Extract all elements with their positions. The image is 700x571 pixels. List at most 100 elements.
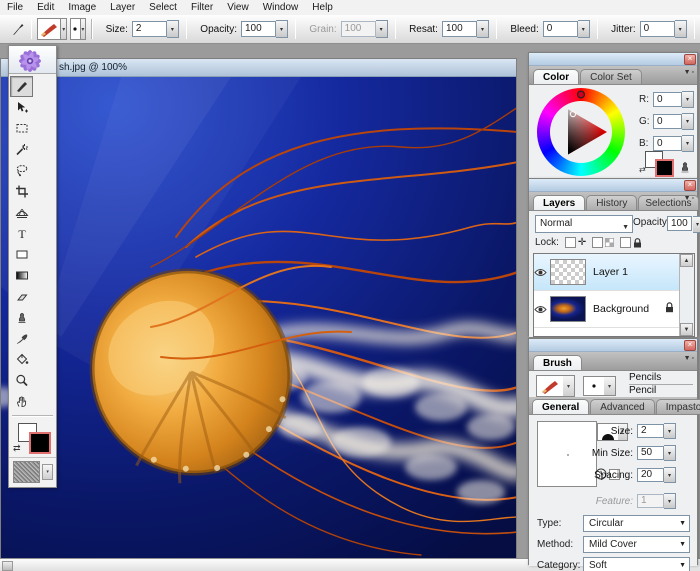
brush-size-input[interactable]: 2: [637, 424, 664, 438]
fill-tool[interactable]: [10, 349, 33, 370]
stroke-preview[interactable]: [583, 376, 605, 396]
red-spinner[interactable]: ▾: [682, 91, 694, 108]
resat-input[interactable]: 100: [442, 21, 477, 37]
layer-row-background[interactable]: Background: [534, 291, 694, 328]
layers-opacity-input[interactable]: 100: [667, 216, 692, 231]
pattern-swatch[interactable]: [13, 461, 40, 483]
menu-select[interactable]: Select: [142, 0, 184, 15]
gradient-tool[interactable]: [10, 265, 33, 286]
panel-menu-icon[interactable]: ▼▫: [684, 69, 695, 76]
mixer-icon[interactable]: [679, 159, 691, 173]
canvas[interactable]: [1, 77, 516, 558]
brush-panel-titlebar[interactable]: ×: [529, 339, 697, 352]
layer-row-layer1[interactable]: Layer 1: [534, 254, 694, 291]
visibility-eye-icon[interactable]: [534, 268, 550, 277]
tab-general[interactable]: General: [532, 399, 589, 414]
method-select[interactable]: Mild Cover▼: [583, 536, 690, 553]
tab-advanced[interactable]: Advanced: [590, 399, 654, 414]
status-grip[interactable]: [2, 561, 13, 571]
panel-swap-colors-icon[interactable]: ⇄: [639, 165, 646, 174]
tab-color-set[interactable]: Color Set: [580, 69, 642, 84]
blue-spinner[interactable]: ▾: [682, 135, 694, 152]
menu-help[interactable]: Help: [305, 0, 340, 15]
lasso-tool[interactable]: [10, 160, 33, 181]
brush-size-spinner[interactable]: ▾: [664, 423, 676, 439]
jitter-input[interactable]: 0: [640, 21, 675, 37]
panel-background-swatch[interactable]: [655, 159, 674, 177]
opacity-spinner[interactable]: ▾: [276, 20, 288, 38]
document-titlebar[interactable]: sh.jpg @ 100%: [1, 59, 516, 77]
lock-transparency-checkbox[interactable]: [592, 237, 603, 248]
menu-image[interactable]: Image: [61, 0, 103, 15]
size-input[interactable]: 2: [132, 21, 167, 37]
mesh-tool[interactable]: [10, 202, 33, 223]
spacing-spinner[interactable]: ▾: [664, 467, 676, 483]
pattern-dropdown[interactable]: ▾: [42, 464, 53, 480]
brush-preset-preview[interactable]: [536, 375, 564, 397]
layer-list-scrollbar[interactable]: ▲ ▼: [679, 254, 694, 336]
brush-tool[interactable]: [10, 76, 33, 97]
rectangle-tool[interactable]: [10, 244, 33, 265]
menu-filter[interactable]: Filter: [184, 0, 220, 15]
stroke-preview-dropdown[interactable]: ▾: [604, 376, 616, 396]
green-spinner[interactable]: ▾: [682, 113, 694, 130]
layer-thumbnail[interactable]: [550, 296, 586, 322]
bleed-input[interactable]: 0: [543, 21, 578, 37]
layers-panel-titlebar[interactable]: ×: [529, 179, 697, 192]
menu-file[interactable]: File: [0, 0, 30, 15]
eraser-tool[interactable]: [10, 286, 33, 307]
menu-window[interactable]: Window: [256, 0, 306, 15]
opacity-input[interactable]: 100: [241, 21, 276, 37]
scroll-up-icon[interactable]: ▲: [680, 254, 693, 267]
stroke-preview-dropdown[interactable]: ▾: [81, 18, 87, 40]
layers-opacity-spinner[interactable]: ▾: [693, 216, 700, 233]
visibility-eye-icon[interactable]: [534, 305, 550, 314]
lock-position-checkbox[interactable]: [565, 237, 576, 248]
scroll-down-icon[interactable]: ▼: [680, 323, 693, 336]
clone-stamp-tool[interactable]: [10, 307, 33, 328]
color-panel-titlebar[interactable]: ×: [529, 53, 697, 66]
move-tool[interactable]: [10, 97, 33, 118]
panel-menu-icon[interactable]: ▼▫: [684, 195, 695, 202]
layer-thumbnail[interactable]: [550, 259, 586, 285]
category-select[interactable]: Soft▼: [583, 557, 690, 571]
rect-select-tool[interactable]: [10, 118, 33, 139]
blue-input[interactable]: 0: [653, 136, 682, 151]
green-input[interactable]: 0: [653, 114, 682, 129]
menu-layer[interactable]: Layer: [103, 0, 142, 15]
size-spinner[interactable]: ▾: [167, 20, 179, 38]
tab-impasto[interactable]: Impasto: [656, 399, 700, 414]
brush-preset-dropdown[interactable]: ▾: [563, 375, 575, 397]
menu-view[interactable]: View: [220, 0, 256, 15]
resat-spinner[interactable]: ▾: [477, 20, 489, 38]
brush-preset-preview[interactable]: [37, 18, 61, 40]
min-size-spinner[interactable]: ▾: [664, 445, 676, 461]
bleed-spinner[interactable]: ▾: [578, 20, 590, 38]
color-wheel[interactable]: [537, 88, 625, 176]
text-tool[interactable]: T: [10, 223, 33, 244]
tab-brush[interactable]: Brush: [533, 355, 582, 370]
tab-layers[interactable]: Layers: [533, 195, 585, 210]
hand-tool[interactable]: [10, 391, 33, 412]
magic-wand-tool[interactable]: [10, 139, 33, 160]
swap-colors-icon[interactable]: ⇄: [13, 443, 21, 454]
tab-color[interactable]: Color: [533, 69, 579, 84]
spacing-input[interactable]: 20: [637, 468, 664, 482]
layers-panel-close-icon[interactable]: ×: [684, 180, 696, 191]
toolbox-flower-thumbnail[interactable]: [9, 46, 56, 74]
brush-panel-close-icon[interactable]: ×: [684, 340, 696, 351]
background-color-swatch[interactable]: [29, 432, 51, 454]
zoom-tool[interactable]: [10, 370, 33, 391]
min-size-input[interactable]: 50: [637, 446, 664, 460]
jitter-spinner[interactable]: ▾: [675, 20, 687, 38]
tab-history[interactable]: History: [586, 195, 637, 210]
eyedropper-tool[interactable]: [10, 328, 33, 349]
crop-tool[interactable]: [10, 181, 33, 202]
color-panel-close-icon[interactable]: ×: [684, 54, 696, 65]
lock-all-checkbox[interactable]: [620, 237, 631, 248]
stroke-preview[interactable]: [70, 18, 80, 40]
type-select[interactable]: Circular▼: [583, 515, 690, 532]
blend-mode-select[interactable]: Normal ▼: [535, 215, 633, 233]
brush-preset-dropdown[interactable]: ▾: [61, 18, 67, 40]
menu-edit[interactable]: Edit: [30, 0, 61, 15]
